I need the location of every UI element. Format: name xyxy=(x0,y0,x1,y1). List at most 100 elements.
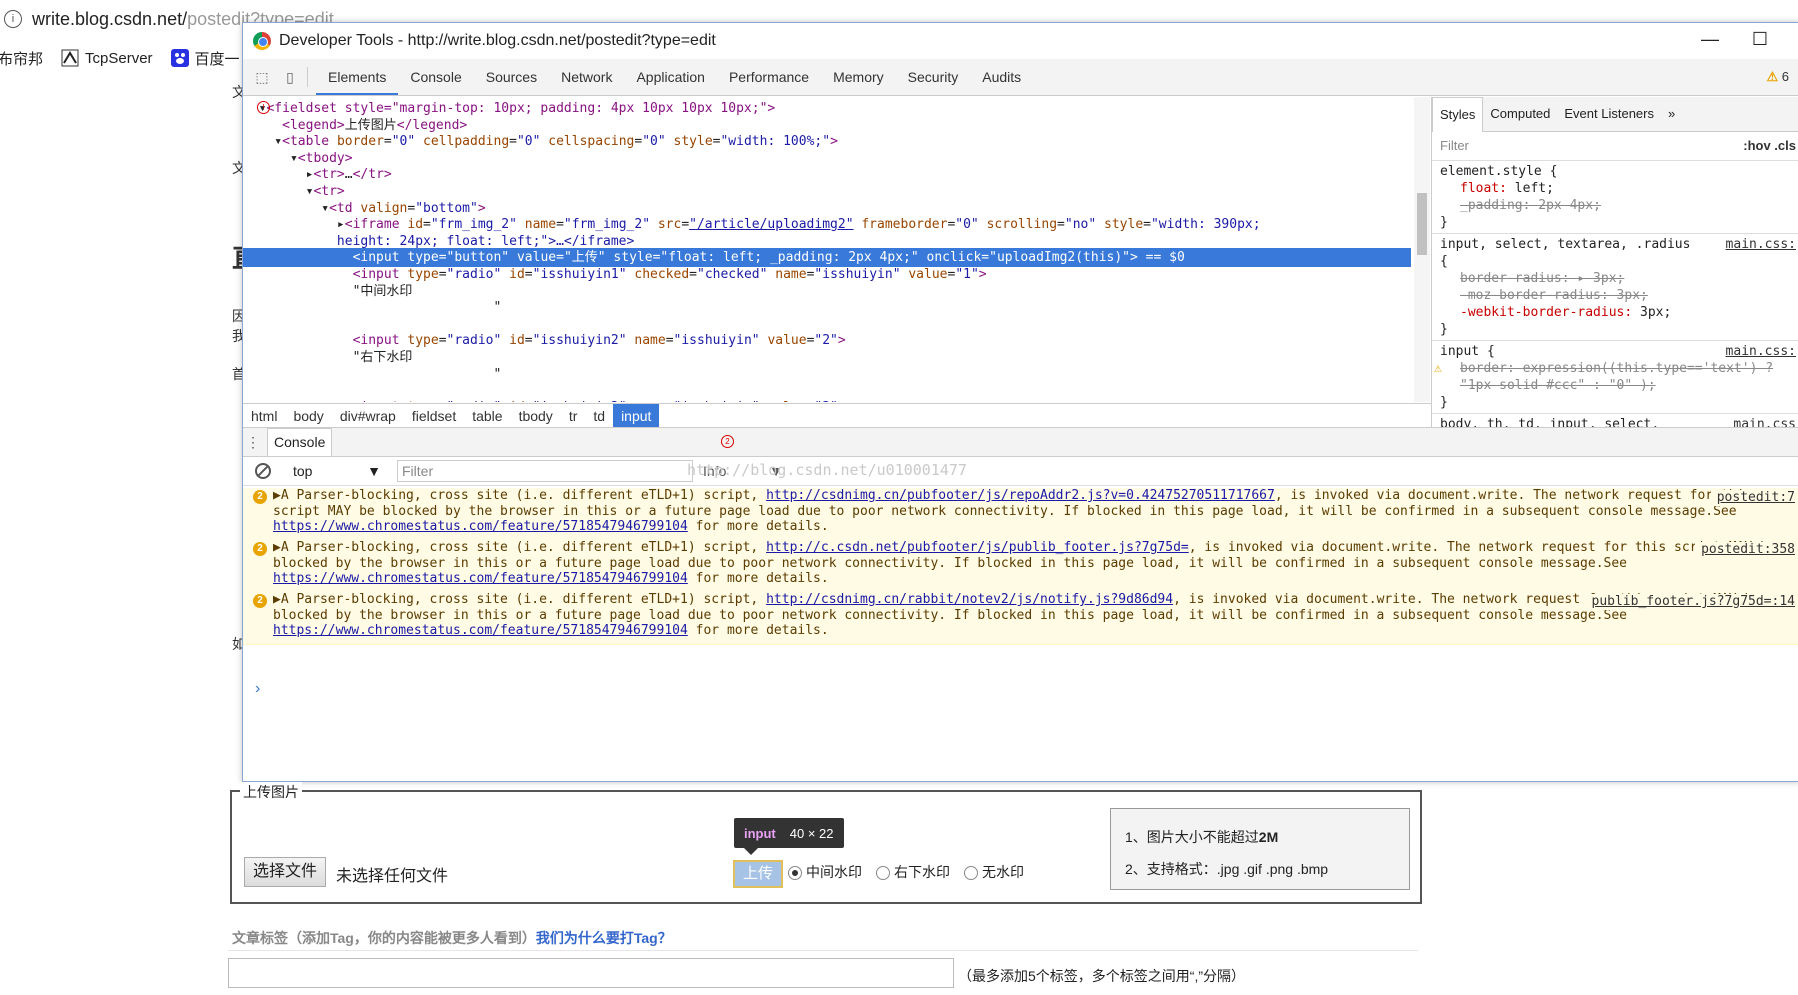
tip-size: 1、图片大小不能超过2M xyxy=(1125,829,1279,845)
breadcrumb-item[interactable]: fieldset xyxy=(404,404,464,428)
device-toolbar-icon[interactable]: ▯ xyxy=(281,68,299,86)
tab-console[interactable]: Console xyxy=(398,59,473,95)
breadcrumb-item[interactable]: input xyxy=(613,404,660,428)
chromestatus-link[interactable]: https://www.chromestatus.com/feature/571… xyxy=(273,519,688,534)
console-filter-input[interactable]: Filter xyxy=(397,460,693,482)
maximize-button[interactable]: ☐ xyxy=(1745,29,1775,50)
style-property[interactable]: border-radius: ▸ 3px; xyxy=(1440,270,1792,287)
node-text: " xyxy=(493,300,502,316)
choose-file-button[interactable]: 选择文件 xyxy=(244,857,327,887)
styles-tab[interactable]: Computed xyxy=(1483,97,1557,131)
breadcrumb-item[interactable]: tbody xyxy=(511,404,561,428)
attr-value[interactable]: "/article/uploadimg2" xyxy=(689,217,853,232)
tips-box: 1、图片大小不能超过2M 2、支持格式：.jpg .gif .png .bmp xyxy=(1110,808,1410,890)
tab-network[interactable]: Network xyxy=(549,59,624,95)
script-link[interactable]: http://csdnimg.cn/rabbit/notev2/js/notif… xyxy=(766,592,1173,607)
devtools-title: Developer Tools - http://write.blog.csdn… xyxy=(279,32,716,49)
attr-name: cellspacing xyxy=(548,134,635,150)
minimize-button[interactable]: — xyxy=(1695,29,1725,50)
message-source-link[interactable]: publib_footer.js?7g75d=:14 xyxy=(1585,594,1795,610)
breadcrumb-item[interactable]: html xyxy=(243,404,285,428)
dom-node-row[interactable]: <input type="radio" id="isshuiyin3" name… xyxy=(243,398,1411,402)
style-property[interactable]: _padding: 2px 4px; xyxy=(1440,197,1792,214)
console-warning[interactable]: 2 ▶A Parser-blocking, cross site (i.e. di… xyxy=(243,540,1798,593)
styles-tab[interactable]: » xyxy=(1661,97,1682,131)
upload-button[interactable]: 上传 xyxy=(733,860,783,888)
style-property[interactable]: "1px solid #ccc" : "0" ); xyxy=(1440,377,1792,394)
styles-tab[interactable]: Event Listeners xyxy=(1557,97,1661,131)
attr-value: "isshuiyin" xyxy=(814,267,901,282)
radio-button[interactable] xyxy=(964,866,978,881)
radio-option[interactable]: 右下水印 xyxy=(876,862,950,882)
radio-button[interactable] xyxy=(876,866,890,881)
styles-filter[interactable]: Filter:hov .cls xyxy=(1432,132,1798,161)
bookmark-item[interactable]: 布帘邦 xyxy=(0,48,43,69)
attr-continued: height: 24px; float: left;">…</iframe> xyxy=(336,233,635,249)
elements-scrollbar[interactable] xyxy=(1414,97,1430,402)
breadcrumb-item[interactable]: body xyxy=(285,404,331,428)
attr-value: "width: 100%;" xyxy=(720,134,831,150)
rule-source-link[interactable]: main.css: xyxy=(1726,236,1796,253)
attr-name: id xyxy=(509,400,525,402)
drawer-tabbar: ⋮ Console 2 xyxy=(243,428,1798,457)
context-select[interactable]: top ▼ xyxy=(293,463,383,479)
hov-cls-buttons[interactable]: :hov .cls xyxy=(1743,132,1796,160)
divider xyxy=(228,950,1418,951)
bookmark-item[interactable]: TcpServer xyxy=(61,49,153,67)
property-name: -webkit-border-radius: xyxy=(1460,305,1641,320)
tag-close: > xyxy=(477,200,486,216)
chromestatus-link[interactable]: https://www.chromestatus.com/feature/571… xyxy=(273,571,688,586)
kebab-menu-icon[interactable]: ⋮ xyxy=(243,434,263,451)
style-property[interactable]: -moz-border-radius: 3px; xyxy=(1440,287,1792,304)
console-warning[interactable]: 2 ▶A Parser-blocking, cross site (i.e. di… xyxy=(243,592,1798,645)
rule-source-link[interactable]: main.css xyxy=(1733,416,1796,427)
error-marker-icon: 2 xyxy=(721,435,734,448)
rule-source-link[interactable]: main.css: xyxy=(1726,343,1796,360)
script-link[interactable]: http://csdnimg.cn/pubfooter/js/repoAddr2… xyxy=(766,488,1275,503)
breadcrumb-item[interactable]: tr xyxy=(561,404,586,428)
property-name: float: xyxy=(1460,181,1515,196)
attr-name: id xyxy=(509,267,525,282)
tab-memory[interactable]: Memory xyxy=(821,59,896,95)
elements-tree[interactable]: ▾<fieldset style="margin-top: 10px; padd… xyxy=(243,97,1413,402)
property-name: border-radius: xyxy=(1460,271,1578,286)
brace: } xyxy=(1440,395,1448,410)
tab-console[interactable]: Console xyxy=(267,428,333,456)
tag-input[interactable] xyxy=(228,958,954,988)
warning-count[interactable]: ⚠ 6 xyxy=(1766,69,1789,85)
radio-option[interactable]: 中间水印 xyxy=(788,862,862,882)
styles-tab[interactable]: Styles xyxy=(1432,97,1484,132)
tab-performance[interactable]: Performance xyxy=(717,59,821,95)
message-source-link[interactable]: postedit:7 xyxy=(1710,490,1795,506)
devtools-titlebar: Developer Tools - http://write.blog.csdn… xyxy=(243,23,1798,59)
tab-security[interactable]: Security xyxy=(896,59,971,95)
console-warning[interactable]: 2 ▶A Parser-blocking, cross site (i.e. di… xyxy=(243,488,1798,541)
radio-option[interactable]: 无水印 xyxy=(964,862,1024,882)
tag-end: </tr> xyxy=(352,167,392,183)
why-tag-link[interactable]: 我们为什么要打Tag？ xyxy=(536,930,672,946)
radio-button[interactable] xyxy=(788,866,802,881)
tab-sources[interactable]: Sources xyxy=(474,59,549,95)
attr-name: onclick xyxy=(926,250,982,266)
tag-label: 文章标签（添加Tag，你的内容能被更多人看到）我们为什么要打Tag？ xyxy=(232,930,672,946)
breadcrumb-item[interactable]: div#wrap xyxy=(332,404,404,428)
breadcrumb-item[interactable]: td xyxy=(585,404,613,428)
inspect-element-icon[interactable]: ⬚ xyxy=(253,68,271,86)
style-property[interactable]: -webkit-border-radius: 3px; xyxy=(1440,304,1792,321)
tab-audits[interactable]: Audits xyxy=(970,59,1033,95)
scrollbar-thumb[interactable] xyxy=(1417,193,1427,255)
style-property[interactable]: float: left; xyxy=(1440,180,1792,197)
script-link[interactable]: http://c.csdn.net/pubfooter/js/publib_fo… xyxy=(766,540,1189,555)
message-source-link[interactable]: postedit:358 xyxy=(1695,542,1795,558)
console-prompt[interactable]: › xyxy=(255,680,260,698)
style-property[interactable]: border: expression((this.type=='text') ?… xyxy=(1434,360,1792,377)
tab-application[interactable]: Application xyxy=(624,59,717,95)
clear-console-icon[interactable] xyxy=(255,463,271,479)
breadcrumb-item[interactable]: table xyxy=(464,404,510,428)
tab-elements[interactable]: Elements xyxy=(316,59,399,95)
attr-name: style xyxy=(673,134,713,150)
bookmark-item[interactable]: 百度一 xyxy=(170,48,240,69)
info-icon[interactable]: i xyxy=(4,10,22,28)
chromestatus-link[interactable]: https://www.chromestatus.com/feature/571… xyxy=(273,623,688,638)
tag-name: <td xyxy=(329,200,361,216)
